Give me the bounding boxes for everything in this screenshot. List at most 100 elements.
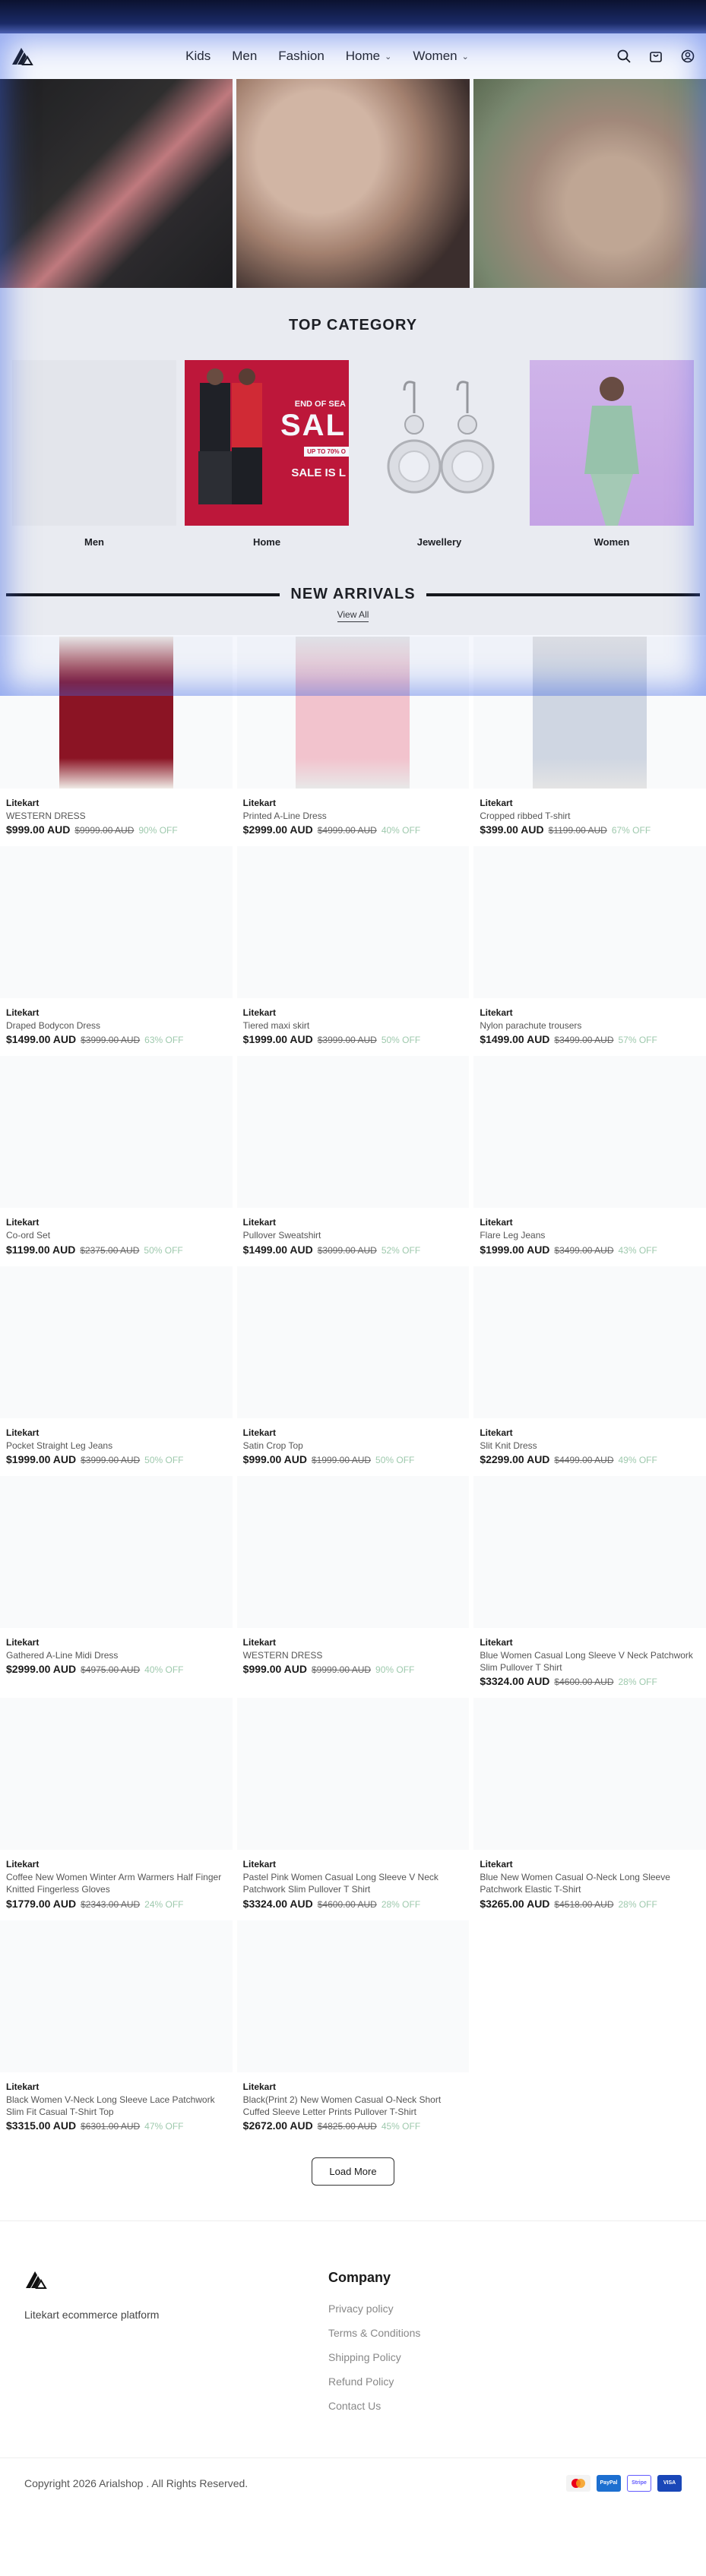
product-image[interactable] (236, 846, 470, 999)
product-image[interactable] (236, 1266, 470, 1418)
product-price-row: $2999.00 AUD $4999.00 AUD 40% OFF (243, 823, 470, 836)
product-original-price: $4499.00 AUD (554, 1454, 614, 1465)
nav-fashion[interactable]: Fashion (278, 49, 324, 64)
product-price: $1999.00 AUD (6, 1452, 77, 1465)
product-image[interactable] (473, 846, 706, 999)
product-name[interactable]: Co-ord Set (6, 1229, 226, 1241)
nav-home[interactable]: Home ⌄ (346, 49, 392, 64)
product-image[interactable] (236, 1056, 470, 1209)
product-price: $1499.00 AUD (6, 1033, 77, 1046)
product-name[interactable]: Pullover Sweatshirt (243, 1229, 464, 1241)
product-original-price: $4518.00 AUD (554, 1898, 614, 1910)
product-price: $999.00 AUD (242, 1662, 307, 1675)
product-image[interactable] (0, 1475, 233, 1628)
product-image[interactable] (473, 637, 706, 789)
product-name[interactable]: Gathered A-Line Midi Dress (6, 1649, 226, 1661)
product-name[interactable]: Blue Women Casual Long Sleeve V Neck Pat… (480, 1649, 700, 1674)
search-icon[interactable] (616, 49, 632, 64)
product-card[interactable]: Litekart Black Women V-Neck Long Sleeve … (0, 1920, 233, 2142)
footer-link-shipping[interactable]: Shipping Policy (328, 2351, 420, 2363)
product-card[interactable]: Litekart Cropped ribbed T-shirt $399.00 … (473, 637, 706, 846)
product-card[interactable]: Litekart Co-ord Set $1199.00 AUD $2375.0… (0, 1056, 233, 1266)
hero-image-earring-model[interactable] (236, 79, 470, 288)
footer-link-privacy[interactable]: Privacy policy (328, 2303, 420, 2315)
product-image[interactable] (0, 1056, 233, 1209)
product-card[interactable]: Litekart Printed A-Line Dress $2999.00 A… (236, 637, 470, 846)
product-card[interactable]: Litekart Draped Bodycon Dress $1499.00 A… (0, 846, 233, 1056)
nav-women-label: Women (413, 49, 457, 63)
product-image[interactable] (473, 1056, 706, 1209)
product-card[interactable]: Litekart WESTERN DRESS $999.00 AUD $9999… (0, 637, 233, 846)
product-name[interactable]: Black(Print 2) New Women Casual O-Neck S… (243, 2094, 464, 2118)
product-image[interactable] (0, 1698, 233, 1851)
product-name[interactable]: Satin Crop Top (243, 1440, 464, 1452)
product-name[interactable]: Printed A-Line Dress (243, 810, 464, 822)
product-card[interactable]: Litekart Pocket Straight Leg Jeans $1999… (0, 1266, 233, 1476)
product-image[interactable] (0, 846, 233, 999)
footer-logo[interactable] (24, 2270, 328, 2293)
category-women[interactable]: Women (530, 360, 694, 548)
product-image[interactable] (236, 1475, 470, 1628)
product-original-price: $4999.00 AUD (317, 825, 377, 836)
product-image[interactable] (473, 1266, 706, 1418)
product-name[interactable]: Pastel Pink Women Casual Long Sleeve V N… (243, 1871, 464, 1895)
product-image[interactable] (473, 1475, 706, 1628)
product-card[interactable]: Litekart Coffee New Women Winter Arm War… (0, 1698, 233, 1920)
product-brand: Litekart (242, 1427, 277, 1438)
product-name[interactable]: Nylon parachute trousers (480, 1019, 700, 1032)
product-image[interactable] (0, 1266, 233, 1418)
footer-link-terms[interactable]: Terms & Conditions (328, 2327, 420, 2339)
user-icon[interactable] (680, 49, 695, 64)
product-name[interactable]: Cropped ribbed T-shirt (480, 810, 700, 822)
product-card[interactable]: Litekart Gathered A-Line Midi Dress $299… (0, 1475, 233, 1698)
category-home[interactable]: END OF SEA SAL UP TO 70% O SALE IS L Hom… (185, 360, 349, 548)
product-card[interactable]: Litekart Blue Women Casual Long Sleeve V… (473, 1475, 706, 1698)
product-card[interactable]: Litekart Flare Leg Jeans $1999.00 AUD $3… (473, 1056, 706, 1266)
product-name[interactable]: Blue New Women Casual O-Neck Long Sleeve… (480, 1871, 700, 1895)
product-name[interactable]: Tiered maxi skirt (243, 1019, 464, 1032)
product-image[interactable] (236, 1920, 470, 2072)
product-card[interactable]: Litekart Black(Print 2) New Women Casual… (236, 1920, 470, 2142)
nav-men[interactable]: Men (232, 49, 257, 64)
product-card[interactable]: Litekart Slit Knit Dress $2299.00 AUD $4… (473, 1266, 706, 1476)
product-name[interactable]: Flare Leg Jeans (480, 1229, 700, 1241)
product-name[interactable]: Black Women V-Neck Long Sleeve Lace Patc… (6, 2094, 226, 2118)
product-name[interactable]: Pocket Straight Leg Jeans (6, 1440, 226, 1452)
product-image[interactable] (236, 637, 470, 789)
product-original-price: $1199.00 AUD (548, 825, 607, 836)
hero-image-ring-hand[interactable] (473, 79, 706, 288)
logo[interactable] (11, 45, 38, 68)
footer-link-contact[interactable]: Contact Us (328, 2400, 420, 2412)
product-discount: 50% OFF (381, 1035, 421, 1046)
cart-icon[interactable] (648, 49, 663, 64)
product-card[interactable]: Litekart Satin Crop Top $999.00 AUD $199… (236, 1266, 470, 1476)
product-name[interactable]: Coffee New Women Winter Arm Warmers Half… (6, 1871, 226, 1895)
view-all-link[interactable]: View All (337, 609, 369, 622)
category-men[interactable]: Men (12, 360, 176, 548)
product-image[interactable] (236, 1698, 470, 1851)
product-name[interactable]: WESTERN DRESS (6, 810, 226, 822)
load-more-button[interactable]: Load More (312, 2157, 394, 2186)
product-price: $1999.00 AUD (480, 1243, 550, 1256)
nav-kids[interactable]: Kids (185, 49, 211, 64)
category-jewellery[interactable]: Jewellery (357, 360, 521, 548)
site-footer: Litekart ecommerce platform Company Priv… (0, 2220, 706, 2513)
product-image[interactable] (473, 1698, 706, 1851)
nav-women[interactable]: Women ⌄ (413, 49, 468, 64)
product-card[interactable]: Litekart WESTERN DRESS $999.00 AUD $9999… (236, 1475, 470, 1698)
product-name[interactable]: Slit Knit Dress (480, 1440, 700, 1452)
product-card[interactable]: Litekart Nylon parachute trousers $1499.… (473, 846, 706, 1056)
product-image[interactable] (0, 1920, 233, 2072)
hero-image-embroidered-sleeve[interactable] (0, 79, 233, 288)
product-card[interactable]: Litekart Blue New Women Casual O-Neck Lo… (473, 1698, 706, 1920)
product-brand: Litekart (242, 1636, 277, 1648)
product-name[interactable]: Draped Bodycon Dress (6, 1019, 226, 1032)
product-image[interactable] (0, 637, 233, 789)
product-name[interactable]: WESTERN DRESS (243, 1649, 464, 1661)
product-card[interactable]: Litekart Pullover Sweatshirt $1499.00 AU… (236, 1056, 470, 1266)
product-card[interactable]: Litekart Pastel Pink Women Casual Long S… (236, 1698, 470, 1920)
product-card[interactable]: Litekart Tiered maxi skirt $1999.00 AUD … (236, 846, 470, 1056)
footer-link-refund[interactable]: Refund Policy (328, 2375, 420, 2388)
product-photo (59, 637, 173, 789)
product-original-price: $2375.00 AUD (80, 1244, 140, 1256)
